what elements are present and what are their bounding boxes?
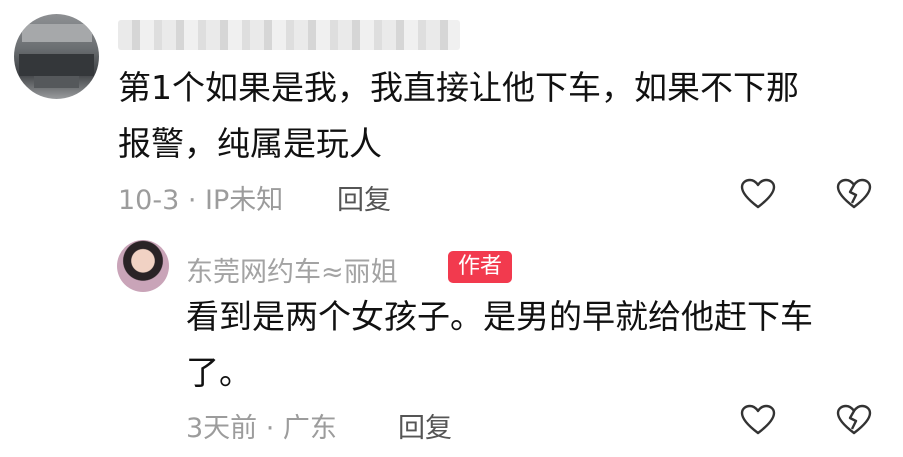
broken-heart-icon[interactable] [836,178,872,210]
username-blurred[interactable] [118,20,460,50]
broken-heart-icon[interactable] [836,404,872,436]
reply-meta: 3天前 · 广东 [186,413,337,444]
reply-text: 看到是两个女孩子。是男的早就给他赶下车 了。 [186,297,813,392]
author-avatar[interactable] [117,240,169,292]
reply-username[interactable]: 东莞网约车≈丽姐 [186,250,398,289]
reply-button[interactable]: 回复 [337,178,391,217]
reply-button[interactable]: 回复 [398,406,452,445]
comment-text: 第1个如果是我，我直接让他下车，如果不下那 报警，纯属是玩人 [118,68,799,163]
comment-meta: 10-3 · IP未知 [118,185,284,216]
avatar[interactable] [14,14,99,99]
heart-icon[interactable] [740,178,776,210]
author-badge: 作者 [448,251,513,283]
heart-icon[interactable] [740,404,776,436]
